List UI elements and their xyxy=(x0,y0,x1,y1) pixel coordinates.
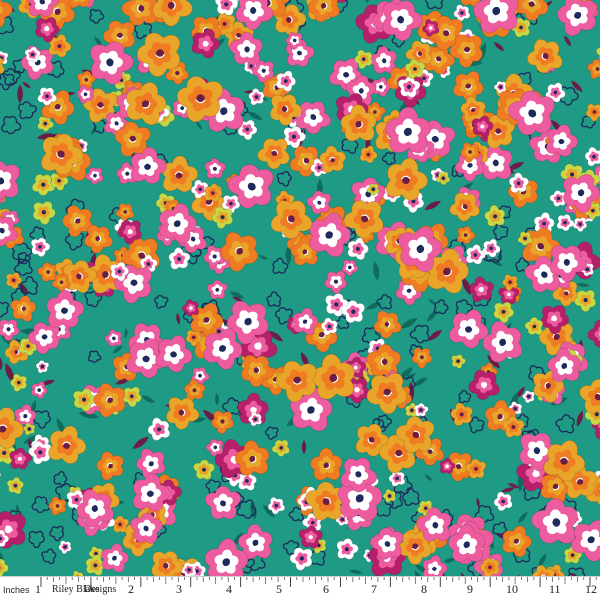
ruler-number-5: 5 xyxy=(276,582,282,596)
ruler-number-2: 2 xyxy=(128,582,134,596)
floral-fabric-pattern xyxy=(0,0,600,600)
ruler-number-9: 9 xyxy=(467,582,473,596)
fabric-swatch: Inches Riley Blake Designs 1 2 3 4 5 6 7… xyxy=(0,0,600,600)
ruler-number-4: 4 xyxy=(226,582,232,596)
ruler-brand-suffix: Designs xyxy=(84,584,117,595)
measuring-ruler: Inches Riley Blake Designs 1 2 3 4 5 6 7… xyxy=(0,576,600,600)
ruler-number-10: 10 xyxy=(506,582,518,596)
ruler-number-6: 6 xyxy=(323,582,329,596)
ruler-number-7: 7 xyxy=(371,582,377,596)
ruler-number-12: 12 xyxy=(585,582,597,596)
ruler-unit-label: Inches xyxy=(3,585,30,595)
ruler-number-3: 3 xyxy=(176,582,182,596)
ruler-number-8: 8 xyxy=(421,582,427,596)
ruler-number-1: 1 xyxy=(35,582,41,596)
ruler-number-11: 11 xyxy=(549,582,561,596)
